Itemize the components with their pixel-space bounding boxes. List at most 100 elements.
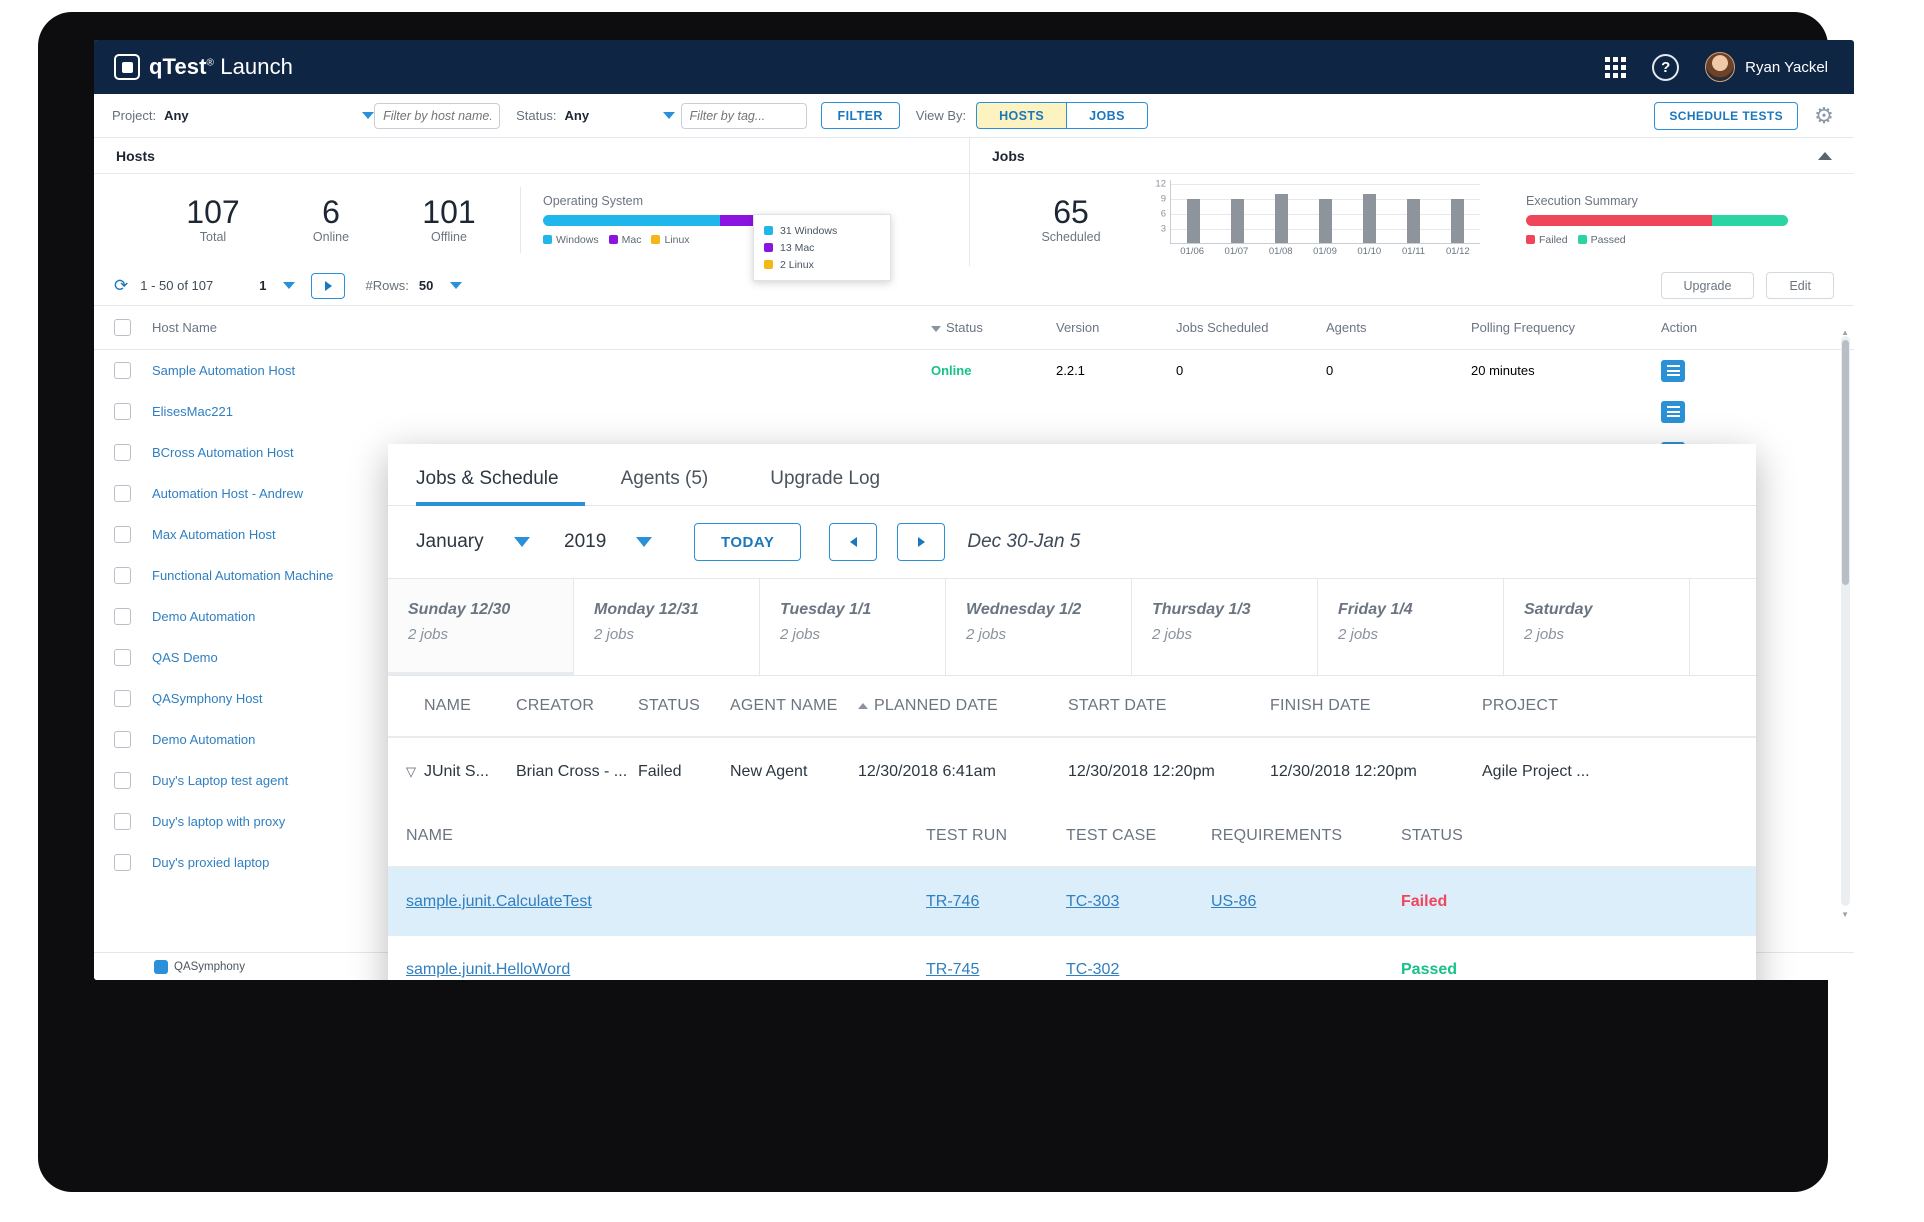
- host-name-link[interactable]: Duy's Laptop test agent: [152, 773, 288, 788]
- col-status[interactable]: Status: [931, 320, 1056, 335]
- test-name-link[interactable]: sample.junit.CalculateTest: [406, 893, 592, 910]
- col-host-name[interactable]: Host Name: [131, 320, 931, 335]
- apps-grid-icon[interactable]: [1605, 56, 1627, 78]
- row-checkbox[interactable]: [114, 854, 131, 871]
- day-column[interactable]: Thursday 1/3 2 jobs: [1132, 579, 1318, 675]
- exec-stacked-bar[interactable]: [1526, 214, 1788, 226]
- table-row[interactable]: Sample Automation Host Online 2.2.1 0 0 20 mi…: [94, 350, 1854, 391]
- row-checkbox[interactable]: [114, 649, 131, 666]
- status-select[interactable]: Any: [565, 108, 675, 123]
- row-checkbox[interactable]: [114, 690, 131, 707]
- test-col-name[interactable]: NAME: [406, 827, 926, 845]
- bar-column[interactable]: [1392, 180, 1436, 244]
- job-col-agent-name[interactable]: AGENT NAME: [730, 697, 858, 715]
- next-week-button[interactable]: [897, 523, 946, 561]
- job-col-start-date[interactable]: START DATE: [1068, 697, 1270, 715]
- row-checkbox[interactable]: [114, 403, 131, 420]
- col-version[interactable]: Version: [1056, 320, 1176, 335]
- select-all-checkbox[interactable]: [114, 319, 131, 336]
- refresh-icon[interactable]: ⟳: [114, 276, 128, 296]
- requirement-link[interactable]: US-86: [1211, 893, 1256, 910]
- table-row[interactable]: ElisesMac221: [94, 391, 1854, 432]
- bar-column[interactable]: [1171, 180, 1215, 244]
- row-menu-icon[interactable]: [1661, 400, 1685, 423]
- test-col-requirements[interactable]: REQUIREMENTS: [1211, 827, 1401, 845]
- table-row[interactable]: sample.junit.HelloWord TR-745 TC-302 Passed: [388, 936, 1756, 980]
- tab-jobs[interactable]: JOBS: [1066, 102, 1148, 129]
- job-row[interactable]: ▽ JUnit S... Brian Cross - ... Failed Ne…: [388, 738, 1756, 806]
- test-run-link[interactable]: TR-746: [926, 893, 979, 910]
- bar-column[interactable]: [1436, 180, 1480, 244]
- today-button[interactable]: TODAY: [694, 523, 802, 561]
- chevron-up-icon[interactable]: [1818, 151, 1832, 160]
- day-column[interactable]: Monday 12/31 2 jobs: [574, 579, 760, 675]
- col-jobs-scheduled[interactable]: Jobs Scheduled: [1176, 320, 1326, 335]
- day-column[interactable]: Wednesday 1/2 2 jobs: [946, 579, 1132, 675]
- chevron-down-icon[interactable]: ▽: [406, 764, 419, 780]
- test-case-link[interactable]: TC-302: [1066, 961, 1119, 978]
- test-run-link[interactable]: TR-745: [926, 961, 979, 978]
- bar-column[interactable]: [1348, 180, 1392, 244]
- job-col-creator[interactable]: CREATOR: [516, 697, 638, 715]
- host-name-link[interactable]: Functional Automation Machine: [152, 568, 333, 583]
- row-checkbox[interactable]: [114, 608, 131, 625]
- job-col-status[interactable]: STATUS: [638, 697, 730, 715]
- host-name-link[interactable]: Sample Automation Host: [152, 363, 295, 378]
- test-col-test-run[interactable]: TEST RUN: [926, 827, 1066, 845]
- year-select[interactable]: 2019: [564, 531, 694, 553]
- host-name-link[interactable]: Max Automation Host: [152, 527, 276, 542]
- test-name-link[interactable]: sample.junit.HelloWord: [406, 961, 570, 978]
- filter-button[interactable]: FILTER: [820, 102, 900, 129]
- host-name-link[interactable]: QAS Demo: [152, 650, 218, 665]
- row-checkbox[interactable]: [114, 731, 131, 748]
- help-icon[interactable]: ?: [1652, 53, 1680, 81]
- test-case-link[interactable]: TC-303: [1066, 893, 1119, 910]
- prev-week-button[interactable]: [829, 523, 878, 561]
- edit-button[interactable]: Edit: [1766, 272, 1834, 299]
- user-menu[interactable]: Ryan Yackel: [1705, 52, 1828, 82]
- tag-filter-input[interactable]: [680, 102, 807, 129]
- row-checkbox[interactable]: [114, 362, 131, 379]
- test-col-test-case[interactable]: TEST CASE: [1066, 827, 1211, 845]
- job-col-finish-date[interactable]: FINISH DATE: [1270, 697, 1482, 715]
- day-column[interactable]: Tuesday 1/1 2 jobs: [760, 579, 946, 675]
- row-checkbox[interactable]: [114, 444, 131, 461]
- upgrade-button[interactable]: Upgrade: [1660, 272, 1755, 299]
- col-agents[interactable]: Agents: [1326, 320, 1471, 335]
- chevron-down-icon[interactable]: [362, 112, 375, 119]
- row-checkbox[interactable]: [114, 772, 131, 789]
- schedule-tests-button[interactable]: SCHEDULE TESTS: [1654, 101, 1798, 130]
- vertical-scrollbar[interactable]: [1841, 336, 1850, 906]
- chevron-down-icon[interactable]: [283, 282, 296, 289]
- host-name-link[interactable]: BCross Automation Host: [152, 445, 294, 460]
- row-checkbox[interactable]: [114, 813, 131, 830]
- day-column[interactable]: Friday 1/4 2 jobs: [1318, 579, 1504, 675]
- table-row[interactable]: sample.junit.CalculateTest TR-746 TC-303 US…: [388, 868, 1756, 936]
- rows-chevron-down-icon[interactable]: [450, 282, 463, 289]
- gear-icon[interactable]: ⚙: [1812, 103, 1836, 128]
- bar-column[interactable]: [1215, 180, 1259, 244]
- scroll-down-arrow-icon[interactable]: ▼: [1841, 910, 1849, 919]
- col-polling-frequency[interactable]: Polling Frequency: [1471, 320, 1661, 335]
- tab-agents[interactable]: Agents (5): [621, 468, 735, 505]
- bar-column[interactable]: [1303, 180, 1347, 244]
- host-name-filter-input[interactable]: [374, 102, 501, 129]
- row-checkbox[interactable]: [114, 485, 131, 502]
- row-checkbox[interactable]: [114, 526, 131, 543]
- job-col-project[interactable]: PROJECT: [1482, 697, 1662, 715]
- job-col-planned-date[interactable]: PLANNED DATE: [858, 697, 1068, 715]
- host-name-link[interactable]: Demo Automation: [152, 609, 255, 624]
- host-name-link[interactable]: Automation Host - Andrew: [152, 486, 303, 501]
- bar-column[interactable]: [1259, 180, 1303, 244]
- day-column[interactable]: Sunday 12/30 2 jobs: [388, 579, 574, 675]
- next-page-button[interactable]: [311, 272, 346, 299]
- host-name-link[interactable]: Duy's proxied laptop: [152, 855, 269, 870]
- tab-hosts[interactable]: HOSTS: [976, 102, 1067, 129]
- tab-upgrade-log[interactable]: Upgrade Log: [770, 468, 906, 505]
- test-col-status[interactable]: STATUS: [1401, 827, 1561, 845]
- host-name-link[interactable]: Demo Automation: [152, 732, 255, 747]
- job-col-name[interactable]: NAME: [424, 697, 516, 715]
- project-select[interactable]: Any: [164, 108, 375, 123]
- month-select[interactable]: January: [416, 531, 564, 553]
- row-checkbox[interactable]: [114, 567, 131, 584]
